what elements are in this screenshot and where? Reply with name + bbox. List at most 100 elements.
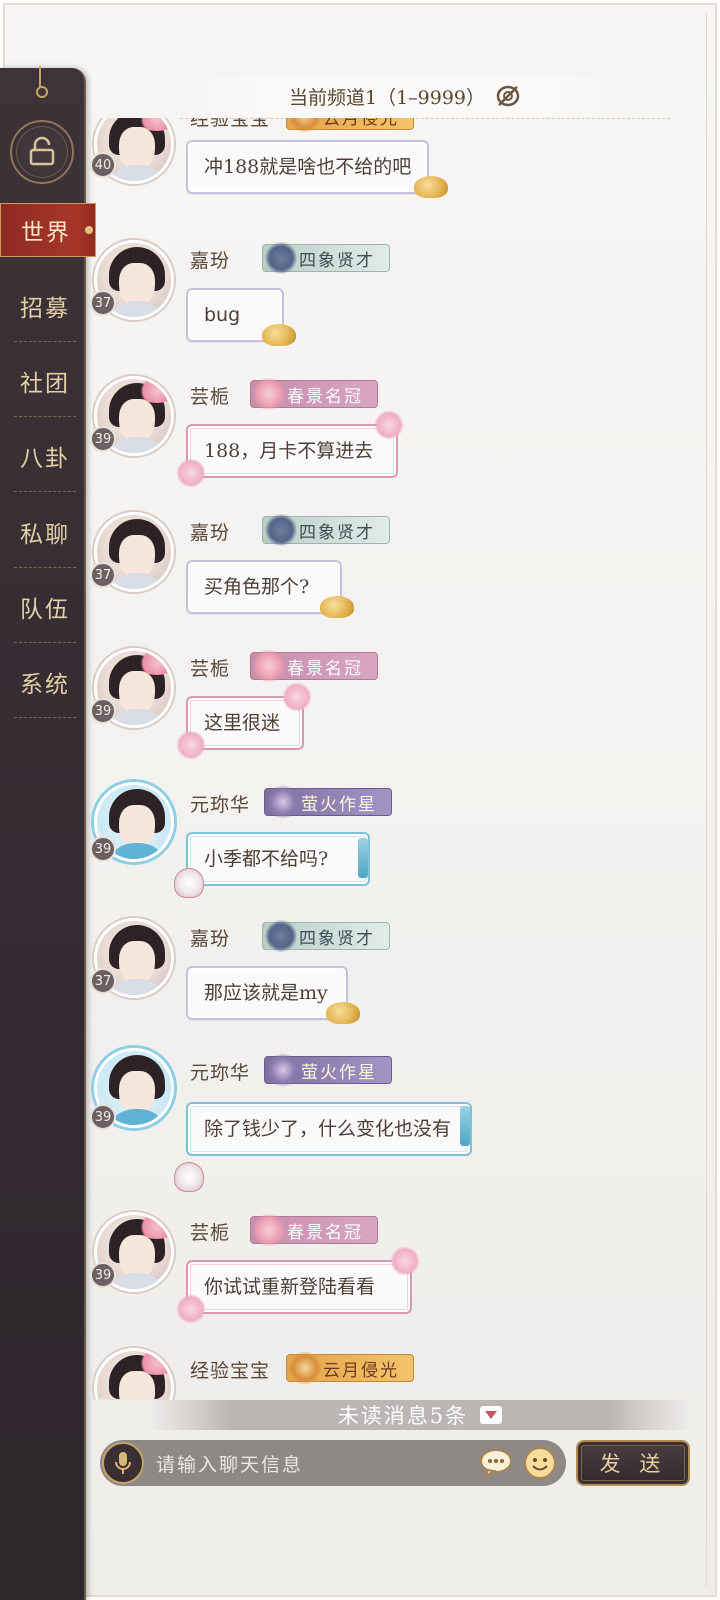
badge-label: 春景名冠 [287, 658, 363, 679]
sender-name[interactable]: 芸栀 [190, 1218, 230, 1245]
message-text: 除了钱少了，什么变化也没有 [204, 1118, 452, 1140]
message-text: 188，月卡不算进去 [204, 440, 374, 462]
unread-messages-banner[interactable]: 未读消息5条 [150, 1400, 690, 1430]
channel-title: 当前频道1（1–9999） [288, 86, 486, 109]
title-badge: 春景名冠 [250, 1213, 378, 1247]
lock-button[interactable] [10, 120, 74, 184]
message-bubble[interactable]: 冲188就是啥也不给的吧 [186, 140, 430, 194]
badge-ornament [253, 1213, 285, 1247]
sender-name[interactable]: 元珎华 [190, 1058, 250, 1085]
tab-system-label: 系统 [20, 672, 70, 698]
tassel-decoration [460, 1106, 470, 1146]
level-badge: 39 [90, 1262, 116, 1288]
sender-name[interactable]: 嘉玢 [190, 246, 230, 273]
flower-decoration [282, 682, 312, 712]
gold-ingot-decoration [262, 324, 296, 346]
tab-recruit[interactable]: 招募 [14, 270, 76, 342]
title-badge: 萤火作星 [264, 1053, 392, 1087]
badge-ornament [289, 1351, 321, 1385]
gold-ingot-decoration [326, 1002, 360, 1024]
tab-recruit-label: 招募 [20, 296, 70, 322]
speech-bubble-icon [480, 1449, 512, 1478]
badge-label: 萤火作星 [301, 1062, 377, 1083]
level-badge: 39 [90, 698, 116, 724]
lock-icon [29, 136, 55, 166]
chat-input-bar[interactable]: 请输入聊天信息 [100, 1440, 566, 1486]
title-badge: 四象贤才 [262, 919, 390, 953]
smiley-icon [524, 1447, 556, 1479]
flower-decoration [390, 1246, 420, 1276]
message-bubble[interactable]: 你试试重新登陆看看 [186, 1260, 412, 1314]
fox-mask-decoration [174, 1162, 204, 1192]
flower-decoration [176, 730, 206, 760]
sender-name[interactable]: 经验宝宝 [190, 1356, 270, 1383]
tab-system[interactable]: 系统 [14, 646, 76, 718]
flower-decoration [176, 458, 206, 488]
arrow-down-icon [480, 1406, 503, 1424]
sender-name[interactable]: 嘉玢 [190, 518, 230, 545]
voice-button[interactable] [102, 1442, 144, 1484]
message-bubble[interactable]: 除了钱少了，什么变化也没有 [186, 1102, 472, 1156]
message-bubble[interactable]: 小季都不给吗? [186, 832, 370, 886]
chat-input-field[interactable]: 请输入聊天信息 [156, 1450, 478, 1477]
badge-label: 四象贤才 [299, 522, 375, 543]
tab-team[interactable]: 队伍 [14, 571, 76, 643]
hanger-ornament [36, 66, 48, 98]
message-text: 这里很迷 [204, 712, 281, 734]
badge-ornament [265, 513, 297, 547]
message-text: 那应该就是my [204, 982, 328, 1004]
chat-message-list[interactable]: 40 经验宝宝 云月侵光 冲188就是啥也不给的吧 37 嘉玢 四象贤才 bug… [86, 118, 706, 1400]
level-badge: 37 [90, 562, 116, 588]
send-label: 发 送 [599, 1452, 667, 1476]
tassel-decoration [358, 838, 368, 878]
quick-phrase-button[interactable] [478, 1445, 514, 1481]
message-bubble[interactable]: 188，月卡不算进去 [186, 424, 398, 478]
message-text: 买角色那个? [204, 576, 310, 598]
avatar[interactable] [94, 1348, 174, 1400]
eye-off-icon[interactable] [495, 84, 521, 108]
channel-sidebar: 世界 招募 社团 八卦 私聊 队伍 系统 [0, 66, 96, 1600]
message-bubble[interactable]: 买角色那个? [186, 560, 342, 614]
sender-name[interactable]: 芸栀 [190, 654, 230, 681]
tab-club-label: 社团 [20, 371, 70, 397]
level-badge: 39 [90, 426, 116, 452]
flower-decoration [374, 410, 404, 440]
message-text: 冲188就是啥也不给的吧 [204, 156, 412, 178]
title-badge: 云月侵光 [286, 118, 414, 133]
title-badge: 四象贤才 [262, 241, 390, 275]
message-text: 你试试重新登陆看看 [204, 1276, 376, 1298]
sender-name[interactable]: 芸栀 [190, 382, 230, 409]
badge-label: 四象贤才 [299, 250, 375, 271]
message-text: bug [204, 304, 241, 326]
channel-header[interactable]: 当前频道1（1–9999） [180, 76, 670, 119]
badge-label: 萤火作星 [301, 794, 377, 815]
message-bubble[interactable]: 那应该就是my [186, 966, 348, 1020]
sender-name[interactable]: 元珎华 [190, 790, 250, 817]
unread-label: 未读消息5条 [337, 1404, 469, 1428]
tab-world-label: 世界 [21, 220, 71, 246]
badge-label: 春景名冠 [287, 386, 363, 407]
flower-decoration [176, 1294, 206, 1324]
tab-gossip[interactable]: 八卦 [14, 420, 76, 492]
tab-team-label: 队伍 [20, 597, 70, 623]
emoji-button[interactable] [522, 1445, 558, 1481]
title-badge: 云月侵光 [286, 1351, 414, 1385]
fox-mask-decoration [174, 868, 204, 898]
tab-gossip-label: 八卦 [20, 446, 70, 472]
badge-label: 春景名冠 [287, 1222, 363, 1243]
sender-name[interactable]: 嘉玢 [190, 924, 230, 951]
sender-name[interactable]: 经验宝宝 [190, 118, 270, 131]
tab-world[interactable]: 世界 [0, 203, 96, 257]
badge-label: 云月侵光 [323, 118, 399, 129]
badge-ornament [253, 377, 285, 411]
title-badge: 春景名冠 [250, 649, 378, 683]
gold-ingot-decoration [414, 176, 448, 198]
send-button[interactable]: 发 送 [576, 1440, 690, 1486]
level-badge: 39 [90, 836, 116, 862]
microphone-icon [115, 1452, 131, 1474]
badge-ornament [265, 241, 297, 275]
gold-ingot-decoration [320, 596, 354, 618]
tab-private-chat[interactable]: 私聊 [14, 496, 76, 568]
badge-label: 四象贤才 [299, 928, 375, 949]
tab-club[interactable]: 社团 [14, 345, 76, 417]
